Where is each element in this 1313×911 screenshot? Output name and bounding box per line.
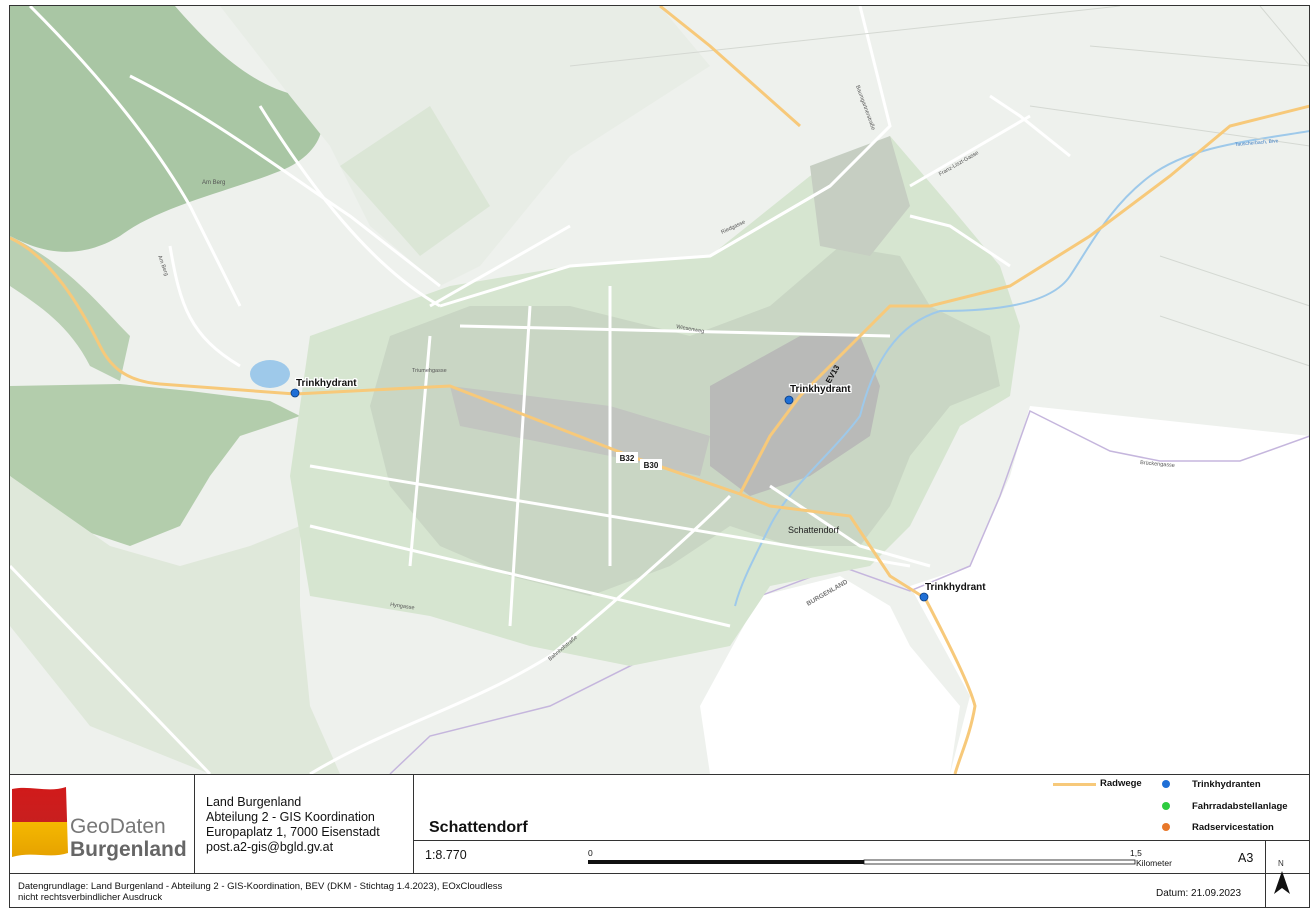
organization-block: Land Burgenland Abteilung 2 - GIS Koordi…: [195, 775, 414, 873]
scalebar-start: 0: [588, 848, 593, 858]
legend-label-service-station: Radservicestation: [1192, 822, 1274, 833]
route-shield-b32: B32: [616, 452, 638, 463]
divider: [1265, 840, 1266, 907]
map-title: Schattendorf: [429, 819, 528, 836]
print-date: Datum: 21.09.2023: [1156, 888, 1242, 899]
legend-label-hydrant: Trinkhydranten: [1192, 779, 1261, 790]
hydrant-label: Trinkhydrant: [925, 582, 986, 593]
scale-ratio: 1:8.770: [425, 848, 467, 862]
divider: [10, 873, 1309, 874]
logo-line2: Burgenland: [70, 838, 187, 861]
map-canvas[interactable]: B32 B30 EV13 Am Berg Am Berg Baumgartner…: [10, 6, 1309, 775]
flag-icon: [12, 787, 68, 857]
credit-line-1: Datengrundlage: Land Burgenland - Abteil…: [18, 881, 503, 892]
place-label-schattendorf: Schattendorf: [788, 525, 840, 535]
scalebar-end: 1,5: [1130, 848, 1142, 858]
legend-swatch-cycleway: [1053, 783, 1096, 786]
divider: [414, 840, 1309, 841]
hydrant-dot: [784, 395, 794, 405]
scale-bar: 0 1,5 Kilometer: [588, 848, 1172, 868]
north-label: N: [1278, 859, 1284, 868]
road-label-triumeh: Triumehgasse: [412, 368, 447, 374]
data-credit: Datengrundlage: Land Burgenland - Abteil…: [18, 881, 502, 903]
geodaten-logo: GeoDaten Burgenland: [12, 787, 187, 861]
map-sheet: B32 B30 EV13 Am Berg Am Berg Baumgartner…: [9, 5, 1310, 908]
legend-swatch-service-station: [1162, 823, 1170, 831]
credit-line-2: nicht rechtsverbindlicher Ausdruck: [18, 892, 163, 903]
legend-swatch-bike-parking: [1162, 802, 1170, 810]
route-shield-b30: B30: [640, 459, 662, 470]
logo-block: GeoDaten Burgenland: [10, 775, 195, 873]
north-arrow-icon: [1274, 871, 1290, 894]
org-email[interactable]: post.a2-gis@bgld.gv.at: [206, 840, 413, 855]
hydrant-label: Trinkhydrant: [296, 378, 357, 389]
legend-label-cycleway: Radwege: [1100, 778, 1142, 789]
map-footer: GeoDaten Burgenland Land Burgenland Abte…: [10, 775, 1309, 907]
legend-label-bike-parking: Fahrradabstellanlage: [1192, 801, 1288, 812]
svg-text:B32: B32: [620, 454, 635, 463]
logo-line1: GeoDaten: [70, 815, 166, 838]
hydrant-dot: [290, 388, 300, 398]
org-department: Abteilung 2 - GIS Koordination: [206, 810, 375, 824]
place-label-am-berg: Am Berg: [202, 180, 225, 186]
svg-text:B30: B30: [644, 461, 659, 470]
org-address: Europaplatz 1, 7000 Eisenstadt: [206, 825, 380, 839]
legend-swatch-hydrant: [1162, 780, 1170, 788]
hydrant-dot: [919, 592, 929, 602]
org-name: Land Burgenland: [206, 795, 302, 809]
pond: [250, 360, 290, 388]
hydrant-label: Trinkhydrant: [790, 384, 851, 395]
scalebar-unit: Kilometer: [1136, 858, 1172, 868]
sheet-size: A3: [1238, 851, 1254, 865]
